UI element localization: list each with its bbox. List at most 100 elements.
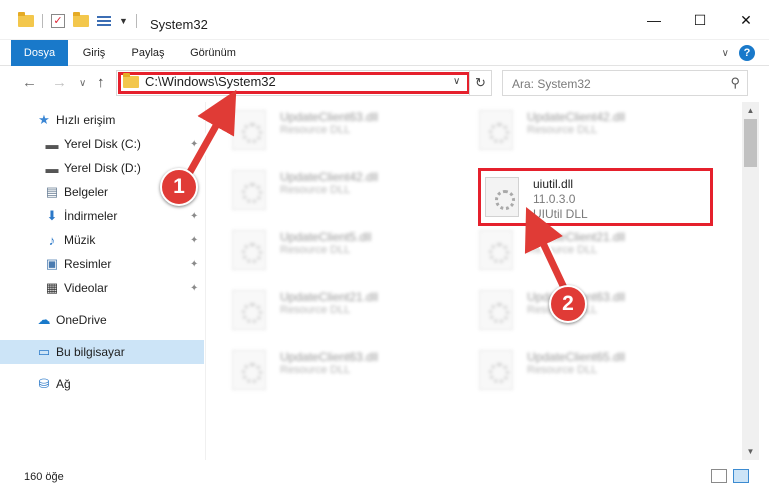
download-icon: ⬇ <box>46 208 58 223</box>
dll-file-icon <box>232 290 266 330</box>
file-name: uiutil.dll <box>533 177 574 191</box>
pin-icon[interactable]: ✦ <box>190 235 198 246</box>
close-button[interactable]: ✕ <box>723 0 769 40</box>
qat-dropdown-icon[interactable]: ▼ <box>119 16 128 26</box>
sidebar-item-onedrive[interactable]: ☁ OneDrive <box>0 308 204 332</box>
star-icon: ★ <box>38 112 50 127</box>
highlighted-file-item[interactable]: uiutil.dll 11.0.3.0 UIUtil DLL <box>478 168 713 226</box>
quick-access-toolbar: ✓ ▼ <box>18 12 137 28</box>
file-item[interactable]: UpdateClient65.dll Resource DLL <box>467 342 707 392</box>
customize-icon[interactable] <box>97 14 111 28</box>
file-item[interactable]: UpdateClient63.dll Resource DLL <box>467 282 707 332</box>
up-arrow-icon[interactable]: ↑ <box>97 74 105 91</box>
sidebar-item-quick-access[interactable]: ★ Hızlı erişim <box>0 108 204 132</box>
dll-file-icon <box>479 230 513 270</box>
maximize-button[interactable]: ☐ <box>677 0 723 40</box>
vertical-scrollbar[interactable]: ▲ ▼ <box>742 102 759 460</box>
file-name: UpdateClient21.dll <box>280 290 379 304</box>
pin-icon[interactable]: ✦ <box>190 139 198 150</box>
scroll-up-icon[interactable]: ▲ <box>742 102 759 119</box>
expand-ribbon-icon[interactable]: ∨ <box>722 48 729 59</box>
view-switcher <box>711 469 749 483</box>
file-item[interactable]: UpdateClient42.dll Resource DLL <box>467 102 707 152</box>
navigation-pane: ★ Hızlı erişim ▬ Yerel Disk (C:) ✦ ▬ Yer… <box>0 102 206 460</box>
file-item-uiutil[interactable]: uiutil.dll 11.0.3.0 UIUtil DLL <box>473 171 713 221</box>
forward-arrow-icon[interactable]: → <box>52 74 67 91</box>
file-name: UpdateClient21.dll <box>527 230 626 244</box>
sidebar-item-label: Ağ <box>56 377 71 391</box>
music-icon: ♪ <box>48 232 56 248</box>
dll-file-icon <box>479 350 513 390</box>
file-type: Resource DLL <box>280 304 351 316</box>
file-version: 11.0.3.0 <box>533 192 576 206</box>
drive-icon: ▬ <box>45 160 59 176</box>
address-dropdown-icon[interactable]: ∨ <box>453 76 460 87</box>
address-path[interactable]: C:\Windows\System32 <box>145 74 276 89</box>
sidebar-item-label: Bu bilgisayar <box>56 345 125 359</box>
tiles-view-icon[interactable] <box>733 469 749 483</box>
dll-file-icon <box>232 110 266 150</box>
folder-icon[interactable] <box>18 12 34 27</box>
file-item[interactable]: UpdateClient21.dll Resource DLL <box>220 282 460 332</box>
cloud-icon: ☁ <box>37 312 51 327</box>
search-icon[interactable]: ⚲ <box>730 75 740 91</box>
sidebar-item-label: Videolar <box>64 281 108 295</box>
sidebar-item-label: İndirmeler <box>64 209 118 223</box>
sidebar-item-this-pc[interactable]: ▭ Bu bilgisayar <box>0 340 204 364</box>
help-icon[interactable]: ? <box>739 45 755 61</box>
file-item[interactable]: UpdateClient63.dll Resource DLL <box>220 102 460 152</box>
file-name: UpdateClient63.dll <box>280 110 379 124</box>
search-box[interactable]: Ara: System32 ⚲ <box>502 70 748 96</box>
recent-locations-icon[interactable]: ∨ <box>79 78 86 89</box>
sidebar-item-label: Belgeler <box>64 185 109 199</box>
documents-icon: ▤ <box>45 184 59 199</box>
sidebar-item-music[interactable]: ♪ Müzik ✦ <box>0 228 204 252</box>
file-type: Resource DLL <box>527 244 598 256</box>
refresh-icon[interactable]: ↻ <box>469 71 491 95</box>
pin-icon[interactable]: ✦ <box>190 211 198 222</box>
tab-home[interactable]: Giriş <box>80 40 108 66</box>
sidebar-item-label: Hızlı erişim <box>56 113 116 127</box>
sidebar-item-downloads[interactable]: ⬇ İndirmeler ✦ <box>0 204 204 228</box>
file-name: UpdateClient63.dll <box>280 350 379 364</box>
scroll-thumb[interactable] <box>744 119 757 167</box>
new-folder-icon[interactable] <box>73 12 89 27</box>
navigation-bar: ← → ∨ ↑ C:\Windows\System32 ∨ ↻ Ara: Sys… <box>0 66 769 102</box>
computer-icon: ▭ <box>37 344 51 359</box>
drive-icon: ▬ <box>45 136 59 152</box>
sidebar-item-label: Müzik <box>64 233 96 247</box>
network-icon: ⛁ <box>38 376 50 391</box>
address-bar[interactable]: C:\Windows\System32 ∨ ↻ <box>116 70 492 96</box>
step-2-callout: 2 <box>549 285 587 323</box>
file-item[interactable]: UpdateClient63.dll Resource DLL <box>220 342 460 392</box>
sidebar-item-network[interactable]: ⛁ Ağ <box>0 372 204 396</box>
toolbar-separator <box>42 14 43 28</box>
scroll-down-icon[interactable]: ▼ <box>742 443 759 460</box>
dll-file-icon <box>485 177 519 217</box>
tab-view[interactable]: Görünüm <box>186 40 240 66</box>
tab-share[interactable]: Paylaş <box>128 40 168 66</box>
sidebar-item-videos[interactable]: ▦ Videolar ✦ <box>0 276 204 300</box>
dll-file-icon <box>232 230 266 270</box>
properties-check-icon[interactable]: ✓ <box>51 14 65 28</box>
details-view-icon[interactable] <box>711 469 727 483</box>
step-1-callout: 1 <box>160 168 198 206</box>
file-type: Resource DLL <box>280 364 351 376</box>
tab-file[interactable]: Dosya <box>11 40 68 66</box>
file-item[interactable]: UpdateClient5.dll Resource DLL <box>220 222 460 272</box>
folder-icon <box>123 73 139 88</box>
file-item[interactable]: UpdateClient21.dll Resource DLL <box>467 222 707 272</box>
dll-file-icon <box>232 170 266 210</box>
file-item[interactable]: UpdateClient42.dll Resource DLL <box>220 162 460 212</box>
sidebar-item-label: OneDrive <box>56 313 107 327</box>
file-name: UpdateClient5.dll <box>280 230 372 244</box>
title-bar: ✓ ▼ System32 — ☐ ✕ <box>0 0 769 40</box>
pin-icon[interactable]: ✦ <box>190 259 198 270</box>
pin-icon[interactable]: ✦ <box>190 283 198 294</box>
file-name: UpdateClient42.dll <box>280 170 379 184</box>
minimize-button[interactable]: — <box>631 0 677 40</box>
back-arrow-icon[interactable]: ← <box>22 74 37 91</box>
sidebar-item-pictures[interactable]: ▣ Resimler ✦ <box>0 252 204 276</box>
search-placeholder[interactable]: Ara: System32 <box>512 77 591 91</box>
sidebar-item-disk-c[interactable]: ▬ Yerel Disk (C:) ✦ <box>0 132 204 156</box>
